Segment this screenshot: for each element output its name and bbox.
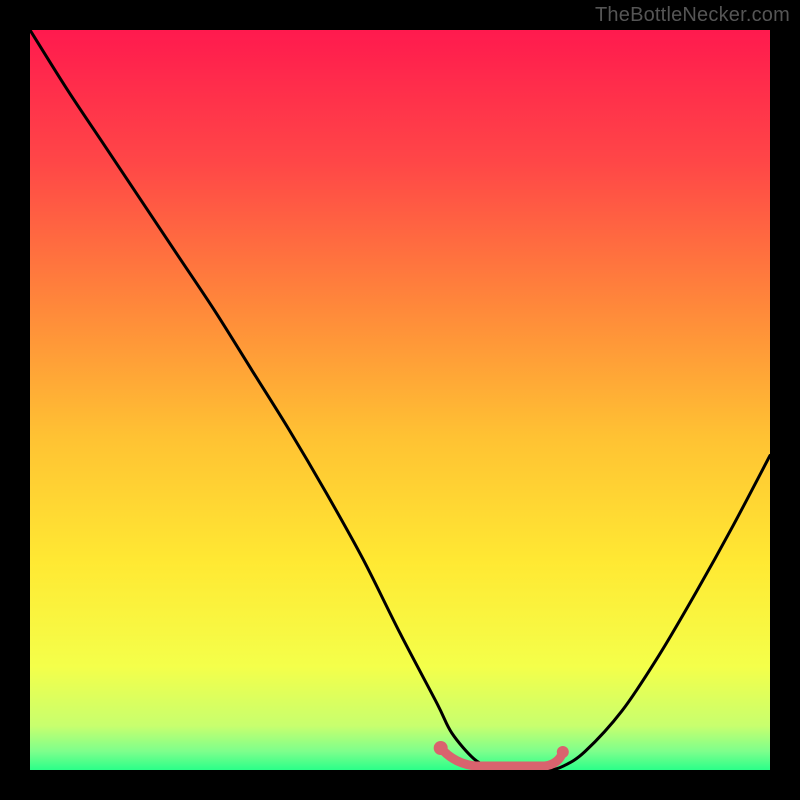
marker-dot-right [557,746,569,758]
chart-frame: TheBottleNecker.com [0,0,800,800]
bottleneck-curve [30,30,770,770]
curve-layer [30,30,770,770]
plot-area [30,30,770,770]
watermark-text: TheBottleNecker.com [595,4,790,27]
marker-segment [441,748,563,766]
